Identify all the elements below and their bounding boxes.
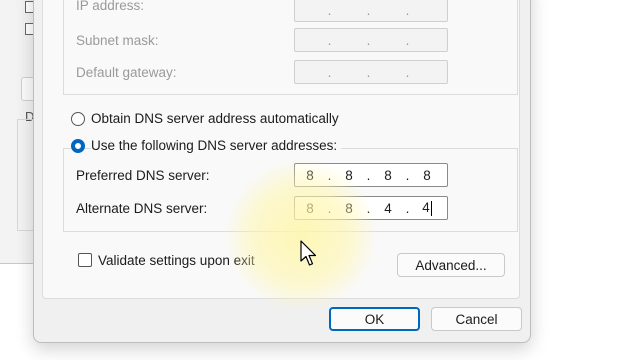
alternate-dns-octet-4: 4 <box>422 200 432 216</box>
ipv4-properties-dialog: IP address: ... Subnet mask: ... Default… <box>33 0 531 343</box>
general-groupbox: IP address: ... Subnet mask: ... Default… <box>42 0 520 299</box>
validate-label[interactable]: Validate settings upon exit <box>98 253 255 268</box>
alternate-dns-label: Alternate DNS server: <box>76 201 208 216</box>
alternate-dns-octet-3: 4 <box>384 200 392 216</box>
preferred-dns-octet-2: 8 <box>345 167 353 183</box>
ip-address-field[interactable]: ... <box>294 0 448 22</box>
obtain-dns-auto-label[interactable]: Obtain DNS server address automatically <box>91 111 339 126</box>
alternate-dns-field[interactable]: 8. 8. 4. 4 <box>294 196 448 220</box>
cancel-button[interactable]: Cancel <box>431 307 522 331</box>
preferred-dns-label: Preferred DNS server: <box>76 168 210 183</box>
obtain-dns-auto-radio[interactable] <box>71 112 85 126</box>
arrow-cursor-icon <box>300 240 317 266</box>
use-following-dns-radio[interactable] <box>71 139 85 153</box>
subnet-mask-field[interactable]: ... <box>294 28 448 52</box>
preferred-dns-octet-4: 8 <box>423 167 431 183</box>
subnet-mask-label: Subnet mask: <box>76 33 159 48</box>
use-following-dns-label[interactable]: Use the following DNS server addresses: <box>91 138 342 153</box>
ip-address-label: IP address: <box>76 0 145 13</box>
preferred-dns-octet-3: 8 <box>384 167 392 183</box>
default-gateway-label: Default gateway: <box>76 65 177 80</box>
ok-button[interactable]: OK <box>329 307 420 331</box>
alternate-dns-octet-2: 8 <box>345 200 353 216</box>
preferred-dns-field[interactable]: 8. 8. 8. 8 <box>294 163 448 187</box>
preferred-dns-octet-1: 8 <box>306 167 314 183</box>
text-caret <box>430 200 432 216</box>
validate-checkbox[interactable] <box>78 253 92 267</box>
screen: D IP address: ... Subnet mask: ... Defau… <box>0 0 640 360</box>
default-gateway-field[interactable]: ... <box>294 60 448 84</box>
dns-servers-frame <box>63 148 518 232</box>
advanced-button[interactable]: Advanced... <box>397 253 505 277</box>
alternate-dns-octet-1: 8 <box>306 200 314 216</box>
